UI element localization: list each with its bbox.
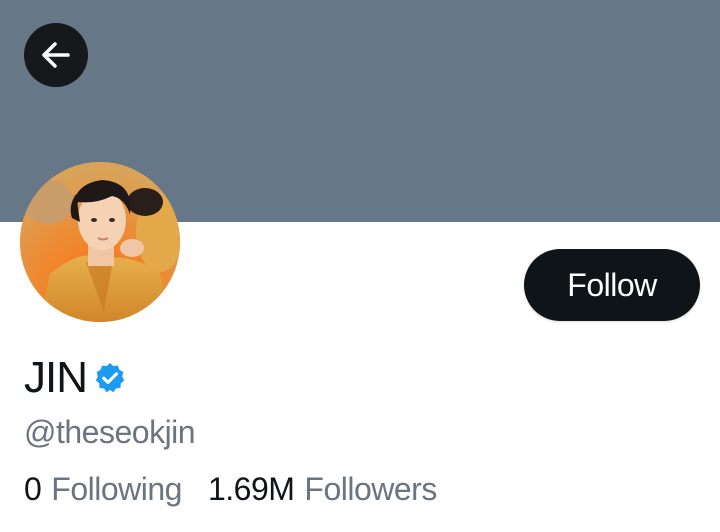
avatar-photo bbox=[20, 162, 180, 322]
display-name: JIN bbox=[24, 353, 88, 402]
back-button[interactable] bbox=[24, 23, 88, 87]
verified-badge-icon[interactable] bbox=[93, 361, 127, 395]
profile-stats: 0 Following 1.69M Followers bbox=[24, 469, 437, 509]
arrow-left-icon bbox=[42, 42, 70, 68]
name-row: JIN bbox=[24, 352, 127, 404]
user-handle: @theseokjin bbox=[24, 414, 196, 450]
avatar[interactable] bbox=[20, 162, 180, 322]
profile-page: Follow JIN @theseokjin 0 Following 1.69M… bbox=[0, 0, 720, 532]
following-label: Following bbox=[51, 471, 182, 507]
following-stat[interactable]: 0 Following bbox=[24, 469, 182, 509]
followers-count: 1.69M bbox=[207, 471, 295, 507]
followers-stat[interactable]: 1.69M Followers bbox=[208, 469, 437, 509]
follow-button[interactable]: Follow bbox=[524, 249, 700, 321]
followers-label: Followers bbox=[304, 471, 437, 507]
following-count: 0 bbox=[24, 471, 42, 507]
